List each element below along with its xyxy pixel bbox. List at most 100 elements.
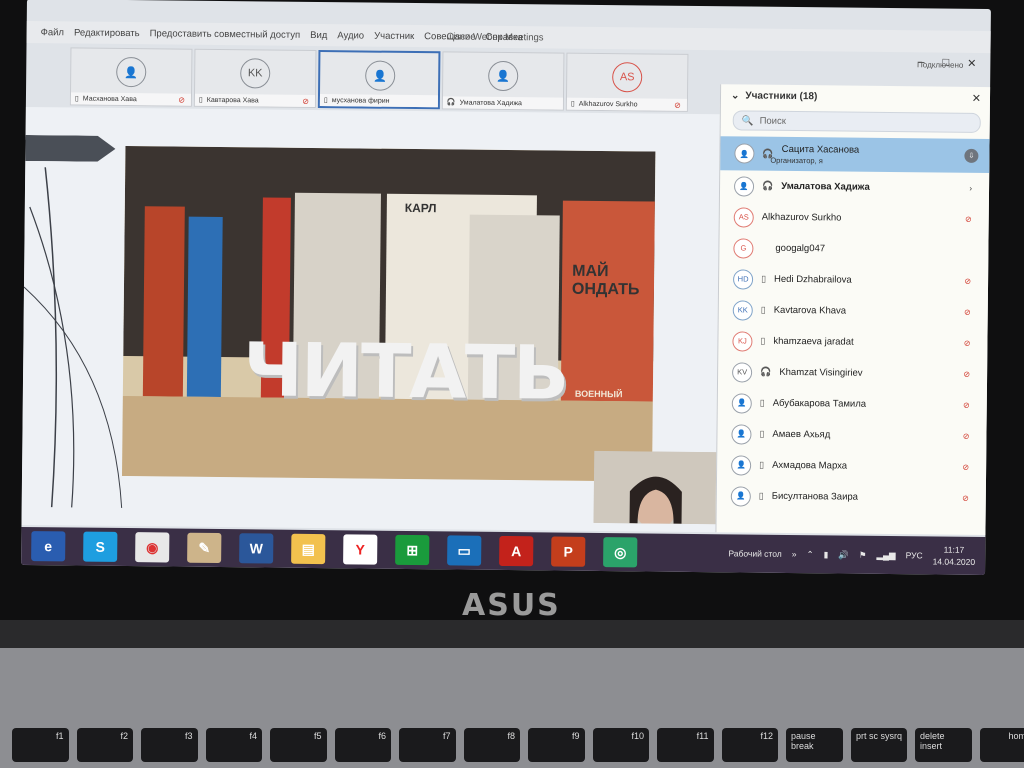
chevron-icon[interactable]: » — [792, 549, 797, 559]
powerpoint-icon[interactable]: P — [551, 536, 586, 567]
keyboard-key: f8 — [463, 728, 520, 762]
participant-row[interactable]: KV 🎧 Khamzat Visingiriev ⊘ — [718, 356, 988, 390]
participant-name: Бисултанова Заира — [771, 490, 859, 503]
muted-mic-icon: ⊘ — [962, 431, 970, 441]
chevron-right-icon[interactable]: › — [969, 184, 972, 193]
clock-time: 11:17 — [943, 544, 965, 555]
desktop-label[interactable]: Рабочий стол — [728, 548, 781, 559]
thumbnail-name: Масханова Хава — [82, 95, 137, 103]
participant-row[interactable]: 👤 ▯ Амаев Ахьяд ⊘ — [717, 418, 987, 452]
person-icon: 👤 — [731, 454, 752, 476]
video-thumbnail[interactable]: 👤 ▯ Масханова Хава ⊘ — [69, 47, 193, 107]
device-icon: ▯ — [198, 96, 203, 104]
device-icon: ▯ — [759, 459, 765, 470]
word-icon[interactable]: W — [239, 533, 274, 564]
connection-status: Подключено — [917, 60, 964, 70]
thumbnail-name: Кавтарова Хава — [206, 96, 259, 104]
keyboard-key: f6 — [334, 728, 391, 762]
participant-search-input[interactable]: 🔍 Поиск — [732, 110, 981, 133]
menu-share[interactable]: Предоставить совместный доступ — [150, 28, 301, 41]
participant-row[interactable]: 👤 ▯ Абубакарова Тамила ⊘ — [718, 387, 988, 421]
system-tray: Рабочий стол » ⌃ ▮ 🔊 ⚑ ▂▄▆ РУС 11:17 14.… — [728, 534, 975, 575]
participant-row[interactable]: AS Alkhazurov Surkho ⊘ — [720, 201, 990, 235]
shared-content-area: КАРЛ МАЙ ОНДАТЬ ВОЕННЫЙ ЧИТАТЬ — [21, 106, 746, 533]
thumbnail-name: Умалатова Хадижа — [459, 99, 522, 107]
explorer-icon[interactable]: ▤ — [291, 533, 326, 565]
up-arrow-icon[interactable]: ⌃ — [806, 549, 813, 560]
person-icon: 👤 — [730, 485, 751, 507]
keyboard-key: delete insert — [915, 728, 972, 762]
muted-mic-icon: ⊘ — [963, 400, 970, 410]
device-icon: ▯ — [759, 397, 765, 408]
participant-row[interactable]: 👤 ▯ Бисултанова Заира ⊘ — [717, 480, 987, 514]
book — [142, 206, 185, 397]
slide-photo: КАРЛ МАЙ ОНДАТЬ ВОЕННЫЙ ЧИТАТЬ — [121, 146, 656, 482]
language-indicator[interactable]: РУС — [906, 550, 923, 560]
muted-mic-icon: ⊘ — [964, 307, 971, 317]
video-thumbnail-active[interactable]: 👤 ▯ мусханова фирин — [317, 50, 441, 110]
clock[interactable]: 11:17 14.04.2020 — [933, 543, 976, 567]
self-view-video[interactable] — [593, 450, 723, 525]
participant-name: Амаев Ахьяд — [772, 428, 831, 441]
participant-row[interactable]: 👤 🎧 Сацита Хасанова Организатор, я ⇩ — [720, 136, 991, 174]
video-thumbnail[interactable]: 👤 🎧 Умалатова Хадижа — [441, 51, 565, 111]
keyboard-key: f5 — [270, 728, 327, 762]
host-badge-icon[interactable]: ⇩ — [964, 148, 979, 163]
book-title: ВОЕННЫЙ — [574, 388, 623, 400]
participant-row[interactable]: 👤 🎧 Умалатова Хадижа › — [720, 170, 990, 204]
thumbnail-name: Alkhazurov Surkho — [578, 100, 638, 108]
muted-mic-icon: ⊘ — [963, 338, 971, 348]
muted-mic-icon: ⊘ — [962, 462, 970, 472]
yandex-icon[interactable]: Y — [343, 534, 378, 565]
participant-row[interactable]: G googalg047 — [719, 232, 989, 266]
participant-row[interactable]: KJ ▯ khamzaeva jaradat ⊘ — [718, 325, 988, 359]
participant-name: Kavtarova Khava — [773, 304, 847, 317]
participant-role: Организатор, я — [770, 155, 823, 166]
participants-header: Участники (18) — [745, 89, 818, 102]
participants-panel: ⌄ Участники (18) ✕ 🔍 Поиск 👤 🎧 Сацита Ха… — [715, 60, 991, 536]
participant-row[interactable]: KK ▯ Kavtarova Khava ⊘ — [719, 294, 989, 328]
muted-mic-icon: ⊘ — [962, 493, 969, 503]
device-icon: ▯ — [570, 100, 575, 108]
skype-icon[interactable]: S — [83, 531, 118, 562]
menu-edit[interactable]: Редактировать — [74, 27, 140, 39]
menu-audio[interactable]: Аудио — [337, 30, 364, 41]
person-video — [593, 450, 723, 525]
paint-icon[interactable]: ✎ — [187, 532, 222, 564]
thumbnail-name: мусханова фирин — [331, 96, 390, 105]
flag-icon[interactable]: ⚑ — [859, 549, 867, 560]
function-key-row: f1 f2 f3 f4 f5 f6 f7 f8 f9 f10 f11 f12 p… — [0, 728, 1024, 768]
close-icon[interactable]: ✕ — [972, 91, 981, 104]
collapse-chevron-icon[interactable]: ⌄ — [731, 90, 740, 101]
volume-icon[interactable]: 🔊 — [838, 549, 849, 560]
acrobat-icon[interactable]: A — [499, 535, 534, 567]
video-thumbnail[interactable]: KK ▯ Кавтарова Хава ⊘ — [193, 48, 317, 108]
muted-mic-icon: ⊘ — [302, 96, 309, 106]
menu-participant[interactable]: Участник — [374, 30, 414, 41]
device-icon: ▯ — [760, 335, 766, 346]
book-title: КАРЛ — [404, 200, 437, 216]
muted-mic-icon: ⊘ — [178, 95, 185, 105]
person-icon: 👤 — [365, 60, 396, 91]
signal-icon[interactable]: ▂▄▆ — [876, 549, 895, 560]
participant-row[interactable]: HD ▯ Hedi Dzhabrailova ⊘ — [719, 263, 989, 297]
close-icon[interactable]: ✕ — [967, 57, 976, 70]
keyboard-key: f2 — [76, 728, 133, 762]
edge-icon[interactable]: e — [31, 531, 66, 562]
muted-mic-icon: ⊘ — [964, 276, 972, 286]
person-icon: 👤 — [731, 392, 752, 414]
webex-icon[interactable]: ◎ — [603, 537, 638, 568]
participant-name: Абубакарова Тамила — [772, 397, 867, 410]
menu-view[interactable]: Вид — [310, 29, 327, 40]
photos-icon[interactable]: ▭ — [447, 535, 482, 566]
search-icon: 🔍 — [741, 114, 754, 127]
participant-row[interactable]: 👤 ▯ Ахмадова Марха ⊘ — [717, 449, 987, 483]
participant-name: Сацита Хасанова — [781, 143, 860, 156]
keyboard-key: f3 — [141, 728, 198, 762]
headset-icon: 🎧 — [446, 99, 456, 107]
menu-file[interactable]: Файл — [41, 27, 64, 38]
store-icon[interactable]: ⊞ — [395, 534, 430, 566]
battery-icon[interactable]: ▮ — [824, 549, 829, 560]
video-thumbnail[interactable]: AS ▯ Alkhazurov Surkho ⊘ — [565, 52, 689, 112]
chrome-icon[interactable]: ◉ — [135, 532, 170, 563]
